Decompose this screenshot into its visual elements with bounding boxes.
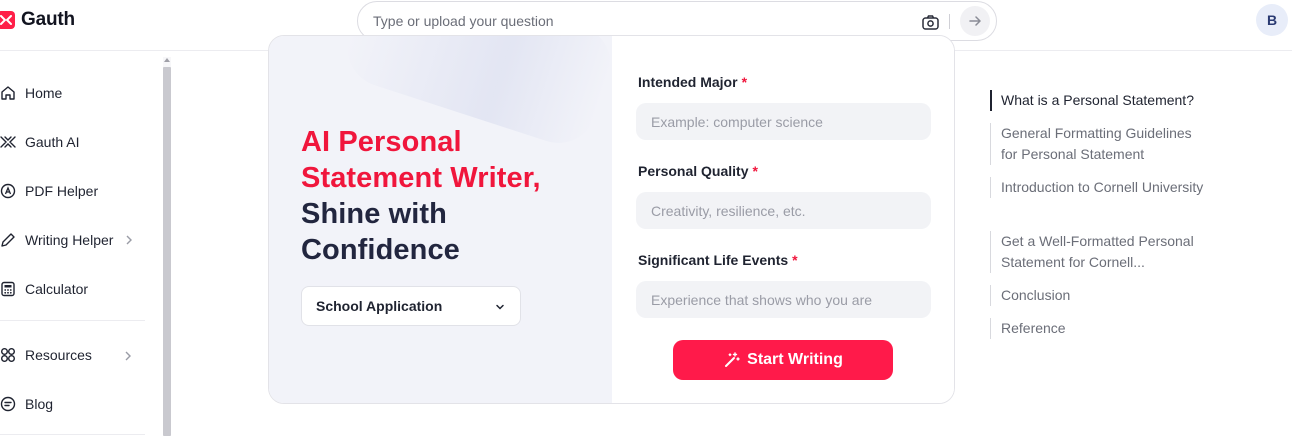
sidebar-scrollbar-thumb[interactable] <box>163 67 171 436</box>
sidebar: Home Gauth AI PDF Helper Writing Helper … <box>0 51 172 436</box>
logo-text: Gauth <box>21 9 75 30</box>
toc-item-reference[interactable]: Reference <box>990 318 1210 339</box>
search-input[interactable] <box>373 11 893 31</box>
search-divider <box>949 14 950 29</box>
title-dark-line-2: Confidence <box>301 234 460 266</box>
sidebar-item-label: Calculator <box>25 281 89 297</box>
start-writing-label: Start Writing <box>747 351 843 368</box>
title-dark-line-1: Shine with <box>301 198 447 230</box>
blog-icon <box>0 396 16 412</box>
sidebar-item-writing-helper[interactable]: Writing Helper <box>0 225 145 255</box>
intended-major-input[interactable] <box>636 103 931 140</box>
sidebar-item-label: PDF Helper <box>25 183 99 199</box>
sidebar-item-label: Gauth AI <box>25 134 80 150</box>
sidebar-divider <box>0 320 145 321</box>
title-accent-line-1: AI Personal <box>301 126 462 158</box>
personal-statement-card: AI Personal Statement Writer, Shine with… <box>268 35 955 404</box>
hero-panel: AI Personal Statement Writer, Shine with… <box>269 36 612 403</box>
field-label-text: Significant Life Events <box>638 252 789 268</box>
logo[interactable]: Gauth <box>0 8 75 32</box>
chevron-down-icon <box>496 304 504 310</box>
gauth-logo-icon <box>0 11 15 29</box>
toc-item-formatting[interactable]: General Formatting Guidelines for Person… <box>990 123 1210 165</box>
chevron-right-icon <box>125 233 133 249</box>
required-mark: * <box>752 163 758 179</box>
required-mark: * <box>792 252 798 268</box>
sidebar-item-label: Blog <box>25 396 54 412</box>
sidebar-divider <box>0 434 145 435</box>
life-events-input[interactable] <box>636 281 931 318</box>
sidebar-item-resources[interactable]: Resources <box>0 340 145 370</box>
sidebar-item-label: Resources <box>25 347 92 363</box>
toc-item-well-formatted[interactable]: Get a Well-Formatted Personal Statement … <box>990 231 1210 273</box>
form-panel: Intended Major* Personal Quality* Signif… <box>612 36 954 403</box>
gauth-ai-icon <box>0 134 16 150</box>
intended-major-label: Intended Major * <box>638 74 747 90</box>
pdf-icon <box>0 183 16 199</box>
sidebar-item-gauth-ai[interactable]: Gauth AI <box>0 127 145 157</box>
title-accent-line-2: Statement Writer, <box>301 162 541 194</box>
personal-quality-input[interactable] <box>636 192 931 229</box>
sidebar-item-blog[interactable]: Blog <box>0 389 145 419</box>
grid-icon <box>0 347 16 363</box>
chevron-right-icon <box>124 349 132 365</box>
start-writing-button[interactable]: Start Writing <box>673 340 893 380</box>
magic-wand-icon <box>723 351 741 369</box>
field-label-text: Intended Major <box>638 74 738 90</box>
sidebar-item-label: Home <box>25 85 63 101</box>
submit-question-button[interactable] <box>960 6 990 36</box>
camera-icon[interactable] <box>920 12 940 32</box>
toc-item-cornell-intro[interactable]: Introduction to Cornell University <box>990 177 1210 198</box>
pen-icon <box>0 232 16 248</box>
sidebar-item-pdf-helper[interactable]: PDF Helper <box>0 176 145 206</box>
life-events-label: Significant Life Events * <box>638 252 798 268</box>
statement-type-select[interactable]: School Application <box>301 286 521 326</box>
personal-quality-label: Personal Quality * <box>638 163 758 179</box>
sidebar-item-calculator[interactable]: Calculator <box>0 274 145 304</box>
calculator-icon <box>0 281 16 297</box>
scroll-up-arrow-icon[interactable] <box>164 57 170 63</box>
required-mark: * <box>741 74 748 90</box>
sidebar-item-home[interactable]: Home <box>0 78 145 108</box>
field-label-text: Personal Quality <box>638 163 749 179</box>
home-icon <box>0 85 16 101</box>
toc-item-what-is[interactable]: What is a Personal Statement? <box>990 90 1210 111</box>
sidebar-item-label: Writing Helper <box>25 232 114 248</box>
toc-item-conclusion[interactable]: Conclusion <box>990 285 1210 306</box>
page-title: AI Personal Statement Writer, Shine with… <box>301 124 601 268</box>
select-value: School Application <box>316 298 443 314</box>
avatar[interactable]: B <box>1256 4 1288 36</box>
arrow-right-icon <box>969 16 981 26</box>
